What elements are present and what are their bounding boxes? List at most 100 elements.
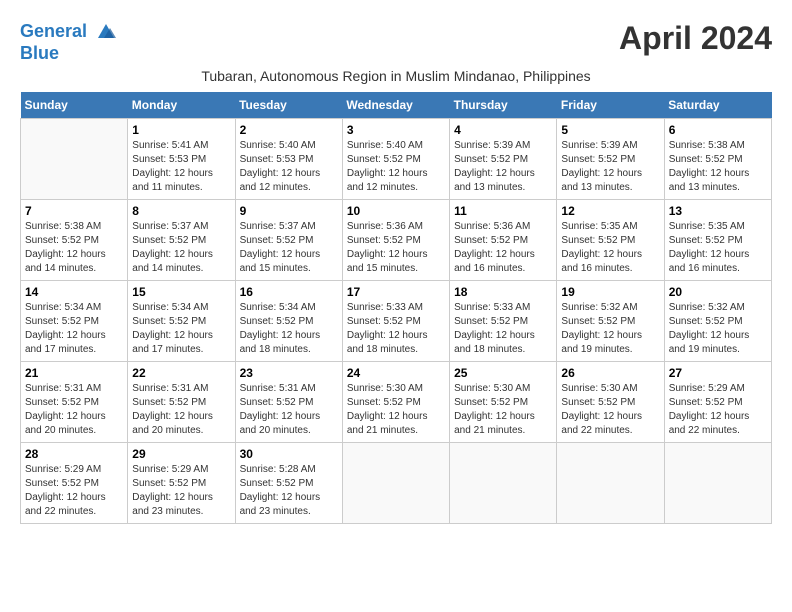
month-title: April 2024 <box>619 20 772 57</box>
day-number: 13 <box>669 204 767 218</box>
calendar-cell: 2 Sunrise: 5:40 AMSunset: 5:53 PMDaylight… <box>235 118 342 199</box>
weekday-header-sunday: Sunday <box>21 92 128 119</box>
day-info: Sunrise: 5:35 AMSunset: 5:52 PMDaylight:… <box>669 220 767 276</box>
calendar-cell: 11 Sunrise: 5:36 AMSunset: 5:52 PMDayligh… <box>450 199 557 280</box>
day-number: 27 <box>669 366 767 380</box>
calendar-cell: 28 Sunrise: 5:29 AMSunset: 5:52 PMDayligh… <box>21 442 128 523</box>
calendar-week-3: 14 Sunrise: 5:34 AMSunset: 5:52 PMDayligh… <box>21 280 772 361</box>
calendar-cell: 9 Sunrise: 5:37 AMSunset: 5:52 PMDaylight… <box>235 199 342 280</box>
logo: General Blue <box>20 20 118 64</box>
day-info: Sunrise: 5:32 AMSunset: 5:52 PMDaylight:… <box>669 301 767 357</box>
day-info: Sunrise: 5:34 AMSunset: 5:52 PMDaylight:… <box>132 301 230 357</box>
day-info: Sunrise: 5:41 AMSunset: 5:53 PMDaylight:… <box>132 139 230 195</box>
day-info: Sunrise: 5:34 AMSunset: 5:52 PMDaylight:… <box>240 301 338 357</box>
logo-icon <box>94 20 118 44</box>
logo-text: General <box>20 20 118 44</box>
day-number: 5 <box>561 123 659 137</box>
calendar-week-5: 28 Sunrise: 5:29 AMSunset: 5:52 PMDayligh… <box>21 442 772 523</box>
calendar-cell <box>21 118 128 199</box>
day-number: 30 <box>240 447 338 461</box>
day-number: 28 <box>25 447 123 461</box>
day-number: 6 <box>669 123 767 137</box>
calendar-cell: 20 Sunrise: 5:32 AMSunset: 5:52 PMDayligh… <box>664 280 771 361</box>
weekday-header-thursday: Thursday <box>450 92 557 119</box>
calendar-cell: 4 Sunrise: 5:39 AMSunset: 5:52 PMDaylight… <box>450 118 557 199</box>
subtitle: Tubaran, Autonomous Region in Muslim Min… <box>20 68 772 84</box>
calendar-cell: 29Sunrise: 5:29 AMSunset: 5:52 PMDayligh… <box>128 442 235 523</box>
day-number: 22 <box>132 366 230 380</box>
day-info: Sunrise: 5:37 AMSunset: 5:52 PMDaylight:… <box>240 220 338 276</box>
day-info: Sunrise: 5:29 AMSunset: 5:52 PMDaylight:… <box>25 463 123 519</box>
calendar-cell: 26 Sunrise: 5:30 AMSunset: 5:52 PMDayligh… <box>557 361 664 442</box>
calendar-cell: 21Sunrise: 5:31 AMSunset: 5:52 PMDayligh… <box>21 361 128 442</box>
calendar-cell: 15Sunrise: 5:34 AMSunset: 5:52 PMDayligh… <box>128 280 235 361</box>
calendar-cell: 1 Sunrise: 5:41 AMSunset: 5:53 PMDaylight… <box>128 118 235 199</box>
day-info: Sunrise: 5:40 AMSunset: 5:52 PMDaylight:… <box>347 139 445 195</box>
day-info: Sunrise: 5:30 AMSunset: 5:52 PMDaylight:… <box>454 382 552 438</box>
day-info: Sunrise: 5:39 AMSunset: 5:52 PMDaylight:… <box>561 139 659 195</box>
day-info: Sunrise: 5:38 AMSunset: 5:52 PMDaylight:… <box>669 139 767 195</box>
calendar-cell: 5 Sunrise: 5:39 AMSunset: 5:52 PMDaylight… <box>557 118 664 199</box>
day-info: Sunrise: 5:33 AMSunset: 5:52 PMDaylight:… <box>347 301 445 357</box>
day-info: Sunrise: 5:30 AMSunset: 5:52 PMDaylight:… <box>561 382 659 438</box>
day-number: 20 <box>669 285 767 299</box>
calendar-cell <box>342 442 449 523</box>
day-info: Sunrise: 5:35 AMSunset: 5:52 PMDaylight:… <box>561 220 659 276</box>
calendar-cell: 27 Sunrise: 5:29 AMSunset: 5:52 PMDayligh… <box>664 361 771 442</box>
day-info: Sunrise: 5:30 AMSunset: 5:52 PMDaylight:… <box>347 382 445 438</box>
day-number: 10 <box>347 204 445 218</box>
day-number: 26 <box>561 366 659 380</box>
day-number: 24 <box>347 366 445 380</box>
day-number: 11 <box>454 204 552 218</box>
calendar-cell: 14Sunrise: 5:34 AMSunset: 5:52 PMDayligh… <box>21 280 128 361</box>
calendar-cell: 12 Sunrise: 5:35 AMSunset: 5:52 PMDayligh… <box>557 199 664 280</box>
calendar-cell: 13 Sunrise: 5:35 AMSunset: 5:52 PMDayligh… <box>664 199 771 280</box>
calendar-cell: 10 Sunrise: 5:36 AMSunset: 5:52 PMDayligh… <box>342 199 449 280</box>
day-info: Sunrise: 5:39 AMSunset: 5:52 PMDaylight:… <box>454 139 552 195</box>
calendar-cell: 30 Sunrise: 5:28 AMSunset: 5:52 PMDayligh… <box>235 442 342 523</box>
day-info: Sunrise: 5:36 AMSunset: 5:52 PMDaylight:… <box>347 220 445 276</box>
day-info: Sunrise: 5:29 AMSunset: 5:52 PMDaylight:… <box>669 382 767 438</box>
calendar-cell: 17Sunrise: 5:33 AMSunset: 5:52 PMDayligh… <box>342 280 449 361</box>
day-info: Sunrise: 5:37 AMSunset: 5:52 PMDaylight:… <box>132 220 230 276</box>
day-info: Sunrise: 5:36 AMSunset: 5:52 PMDaylight:… <box>454 220 552 276</box>
weekday-header-wednesday: Wednesday <box>342 92 449 119</box>
day-number: 3 <box>347 123 445 137</box>
weekday-header-saturday: Saturday <box>664 92 771 119</box>
day-number: 9 <box>240 204 338 218</box>
day-number: 8 <box>132 204 230 218</box>
calendar-cell: 6 Sunrise: 5:38 AMSunset: 5:52 PMDaylight… <box>664 118 771 199</box>
day-number: 23 <box>240 366 338 380</box>
day-info: Sunrise: 5:28 AMSunset: 5:52 PMDaylight:… <box>240 463 338 519</box>
calendar-cell: 23 Sunrise: 5:31 AMSunset: 5:52 PMDayligh… <box>235 361 342 442</box>
day-number: 2 <box>240 123 338 137</box>
day-number: 4 <box>454 123 552 137</box>
calendar-cell: 8 Sunrise: 5:37 AMSunset: 5:52 PMDaylight… <box>128 199 235 280</box>
calendar-cell <box>557 442 664 523</box>
day-info: Sunrise: 5:33 AMSunset: 5:52 PMDaylight:… <box>454 301 552 357</box>
calendar-cell: 7 Sunrise: 5:38 AMSunset: 5:52 PMDaylight… <box>21 199 128 280</box>
day-number: 21 <box>25 366 123 380</box>
day-number: 7 <box>25 204 123 218</box>
calendar-cell <box>450 442 557 523</box>
day-number: 19 <box>561 285 659 299</box>
day-info: Sunrise: 5:40 AMSunset: 5:53 PMDaylight:… <box>240 139 338 195</box>
day-number: 14 <box>25 285 123 299</box>
calendar-week-4: 21 Sunrise: 5:31 AMSunset: 5:52 PMDayligh… <box>21 361 772 442</box>
day-info: Sunrise: 5:29 AMSunset: 5:52 PMDaylight:… <box>132 463 230 519</box>
day-number: 12 <box>561 204 659 218</box>
calendar-cell <box>664 442 771 523</box>
weekday-header-tuesday: Tuesday <box>235 92 342 119</box>
day-info: Sunrise: 5:38 AMSunset: 5:52 PMDaylight:… <box>25 220 123 276</box>
calendar-cell: 16Sunrise: 5:34 AMSunset: 5:52 PMDayligh… <box>235 280 342 361</box>
calendar-cell: 18 Sunrise: 5:33 AMSunset: 5:52 PMDayligh… <box>450 280 557 361</box>
day-number: 1 <box>132 123 230 137</box>
calendar-cell: 19 Sunrise: 5:32 AMSunset: 5:52 PMDayligh… <box>557 280 664 361</box>
day-info: Sunrise: 5:32 AMSunset: 5:52 PMDaylight:… <box>561 301 659 357</box>
weekday-header-row: SundayMondayTuesdayWednesdayThursdayFrid… <box>21 92 772 119</box>
weekday-header-monday: Monday <box>128 92 235 119</box>
logo-general: General <box>20 21 87 41</box>
logo-blue: Blue <box>20 44 118 64</box>
day-info: Sunrise: 5:31 AMSunset: 5:52 PMDaylight:… <box>240 382 338 438</box>
day-number: 18 <box>454 285 552 299</box>
